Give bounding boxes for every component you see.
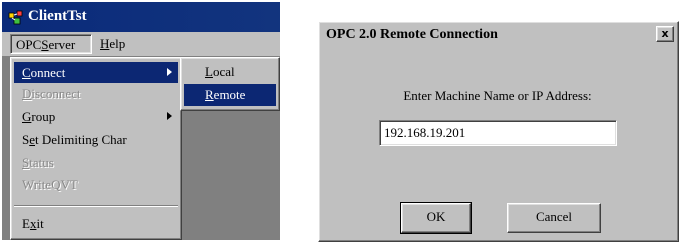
menu-label: E bbox=[22, 216, 30, 231]
close-icon: x bbox=[661, 27, 669, 40]
menu-help[interactable]: Help bbox=[95, 34, 137, 54]
submenu-item-local[interactable]: Local bbox=[184, 61, 276, 83]
menu-label: tatus bbox=[29, 155, 54, 170]
menu-opcserver[interactable]: OPCServer bbox=[10, 34, 92, 54]
connect-submenu: Local Remote bbox=[180, 57, 280, 111]
menu-label: roup bbox=[31, 109, 56, 124]
menu-separator bbox=[14, 205, 178, 207]
address-label: Enter Machine Name or IP Address: bbox=[403, 88, 592, 103]
submenu-arrow-icon bbox=[167, 68, 172, 76]
menu-accel: L bbox=[205, 64, 213, 79]
menu-label: WriteQVT bbox=[22, 177, 78, 192]
menu-accel: S bbox=[41, 37, 49, 52]
menu-label: emote bbox=[213, 87, 246, 102]
menu-item-group[interactable]: Group bbox=[14, 106, 178, 127]
menu-label: ocal bbox=[212, 64, 235, 79]
menu-item-status[interactable]: Status bbox=[14, 152, 178, 173]
remote-connection-dialog: OPC 2.0 Remote Connection x Enter Machin… bbox=[318, 21, 679, 242]
window-titlebar[interactable]: ClientTst bbox=[2, 2, 280, 32]
opcserver-dropdown: Connect Disconnect Group Set Delimiting … bbox=[10, 57, 182, 240]
cancel-button[interactable]: Cancel bbox=[507, 203, 601, 233]
menu-label: elp bbox=[109, 36, 126, 51]
menu-item-writeqvt[interactable]: WriteQVT bbox=[14, 174, 178, 195]
dialog-titlebar[interactable]: OPC 2.0 Remote Connection bbox=[321, 24, 676, 46]
window-title: ClientTst bbox=[28, 8, 87, 24]
menu-item-set-delimiting-char[interactable]: Set Delimiting Char bbox=[14, 129, 178, 150]
menu-label: it bbox=[36, 216, 44, 231]
menu-label: erver bbox=[48, 37, 76, 52]
menu-item-connect[interactable]: Connect bbox=[14, 62, 178, 83]
ok-button[interactable]: OK bbox=[400, 202, 472, 234]
menu-accel: H bbox=[100, 36, 110, 51]
menubar: OPCServer Help bbox=[2, 32, 280, 57]
menu-accel: G bbox=[22, 109, 32, 124]
submenu-item-remote[interactable]: Remote bbox=[184, 84, 276, 106]
menu-label: t Delimiting Char bbox=[35, 132, 127, 147]
menu-label: OPC bbox=[16, 37, 42, 52]
menu-label: isconnect bbox=[31, 86, 81, 101]
address-input[interactable] bbox=[379, 120, 617, 146]
close-button[interactable]: x bbox=[656, 26, 674, 42]
submenu-arrow-icon bbox=[167, 112, 172, 120]
menu-item-disconnect[interactable]: Disconnect bbox=[14, 83, 178, 104]
menu-label: onnect bbox=[30, 65, 66, 80]
clienttst-window: ClientTst OPCServer Help Connect Disconn… bbox=[2, 2, 280, 240]
menu-accel: D bbox=[22, 86, 32, 101]
app-icon bbox=[8, 10, 23, 25]
dialog-title: OPC 2.0 Remote Connection bbox=[326, 27, 498, 42]
menu-item-exit[interactable]: Exit bbox=[14, 213, 178, 234]
menu-accel: R bbox=[205, 87, 214, 102]
menu-accel: C bbox=[22, 65, 31, 80]
